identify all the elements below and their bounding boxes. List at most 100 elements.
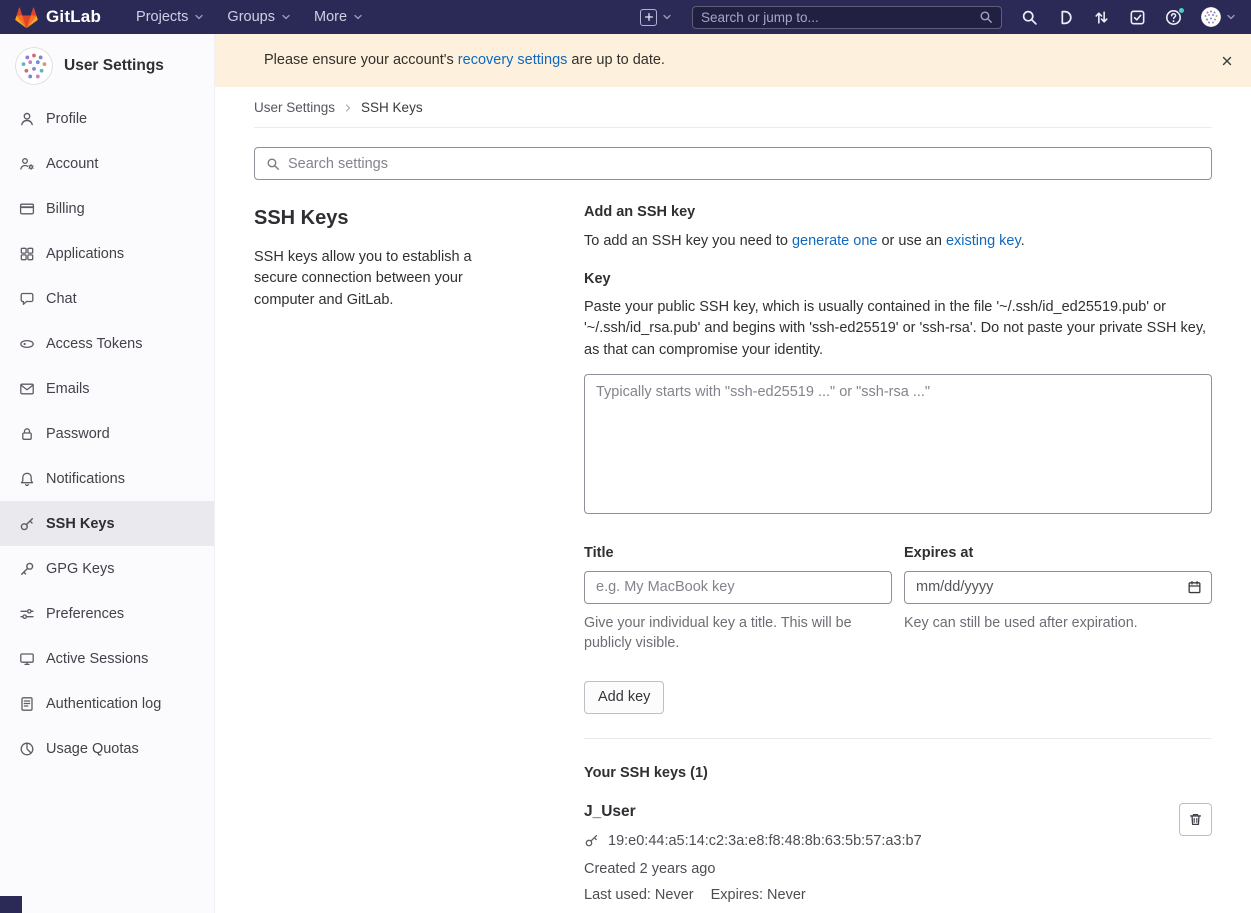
search-icon: [1021, 9, 1038, 26]
sidebar-item-access-tokens[interactable]: Access Tokens: [0, 321, 214, 366]
key-icon: [584, 833, 599, 848]
credit-card-icon: [19, 201, 35, 217]
issues-button[interactable]: [1057, 9, 1074, 26]
help-button[interactable]: [1165, 9, 1182, 26]
alert-banner: Please ensure your account's recovery se…: [215, 34, 1251, 87]
key-expires: Expires: Never: [711, 887, 806, 903]
generate-one-link[interactable]: generate one: [792, 233, 877, 249]
sidebar-item-applications[interactable]: Applications: [0, 231, 214, 276]
sidebar-item-billing[interactable]: Billing: [0, 186, 214, 231]
delete-key-button[interactable]: [1179, 803, 1212, 836]
sidebar-item-emails[interactable]: Emails: [0, 366, 214, 411]
chevron-down-icon: [193, 11, 205, 23]
sidebar-nav: Profile Account Billing Applications Cha…: [0, 96, 214, 771]
trash-icon: [1188, 812, 1203, 827]
nav-groups-menu[interactable]: Groups: [216, 0, 303, 34]
todos-button[interactable]: [1129, 9, 1146, 26]
merge-requests-icon: [1093, 9, 1110, 26]
issues-icon: [1057, 9, 1074, 26]
mail-icon: [19, 381, 35, 397]
sidebar-title: User Settings: [64, 57, 164, 75]
ssh-key-textarea[interactable]: [584, 374, 1212, 514]
sidebar-item-label: Billing: [46, 201, 85, 217]
sidebar-item-label: Active Sessions: [46, 651, 148, 667]
global-search-input[interactable]: [701, 10, 973, 25]
recovery-settings-link[interactable]: recovery settings: [458, 52, 568, 68]
sidebar-item-preferences[interactable]: Preferences: [0, 591, 214, 636]
chevron-down-icon: [280, 11, 292, 23]
bell-icon: [19, 471, 35, 487]
nav-projects-menu[interactable]: Projects: [125, 0, 216, 34]
sidebar-item-label: Authentication log: [46, 696, 161, 712]
user-avatar: [1201, 7, 1221, 27]
page-description: SSH keys allow you to establish a secure…: [254, 247, 504, 311]
user-avatar: [15, 47, 53, 85]
sidebar-item-profile[interactable]: Profile: [0, 96, 214, 141]
ssh-key-item: J_User 19:e0:44:a5:14:c2:3a:e8:f8:48:8b:…: [584, 803, 1212, 903]
sidebar-item-label: GPG Keys: [46, 561, 115, 577]
breadcrumb-user-settings[interactable]: User Settings: [254, 100, 335, 115]
sidebar-item-active-sessions[interactable]: Active Sessions: [0, 636, 214, 681]
new-menu-button[interactable]: [640, 9, 673, 26]
divider: [584, 738, 1212, 739]
form-section-title: Add an SSH key: [584, 204, 1212, 220]
key-title-input[interactable]: [584, 571, 892, 604]
intro-text-end: .: [1021, 233, 1025, 249]
sidebar-item-account[interactable]: Account: [0, 141, 214, 186]
page-title: SSH Keys: [254, 207, 504, 230]
sidebar-item-gpg-keys[interactable]: GPG Keys: [0, 546, 214, 591]
breadcrumb: User Settings SSH Keys: [254, 87, 1212, 128]
chevron-down-icon: [1225, 11, 1237, 23]
sidebar-item-chat[interactable]: Chat: [0, 276, 214, 321]
search-button[interactable]: [1021, 9, 1038, 26]
date-placeholder: mm/dd/yyyy: [916, 579, 1187, 595]
nav-projects-label: Projects: [136, 9, 188, 25]
top-navbar: GitLab Projects Groups More: [0, 0, 1251, 34]
chevron-right-icon: [342, 102, 354, 114]
expires-at-input[interactable]: mm/dd/yyyy: [904, 571, 1212, 604]
sidebar-item-label: Account: [46, 156, 98, 172]
tanuki-icon: [14, 5, 39, 29]
sidebar-item-label: Password: [46, 426, 110, 442]
key-icon: [19, 516, 35, 532]
gitlab-logo[interactable]: GitLab: [14, 5, 101, 29]
sidebar-item-label: Chat: [46, 291, 77, 307]
primary-nav: Projects Groups More: [125, 0, 375, 34]
sidebar-item-usage-quotas[interactable]: Usage Quotas: [0, 726, 214, 771]
sidebar-item-password[interactable]: Password: [0, 411, 214, 456]
title-help-text: Give your individual key a title. This w…: [584, 613, 892, 654]
sidebar-item-authentication-log[interactable]: Authentication log: [0, 681, 214, 726]
calendar-icon: [1187, 580, 1202, 595]
form-intro: To add an SSH key you need to generate o…: [584, 233, 1212, 249]
todos-icon: [1129, 9, 1146, 26]
settings-search: [254, 147, 1212, 180]
alert-text: Please ensure your account's: [264, 52, 458, 68]
sidebar-item-ssh-keys[interactable]: SSH Keys: [0, 501, 214, 546]
sidebar-item-label: Applications: [46, 246, 124, 262]
key-fingerprint: 19:e0:44:a5:14:c2:3a:e8:f8:48:8b:63:5b:5…: [608, 833, 922, 849]
comment-icon: [19, 291, 35, 307]
sidebar-item-label: Access Tokens: [46, 336, 142, 352]
section-intro: SSH Keys SSH keys allow you to establish…: [254, 204, 504, 913]
existing-key-link[interactable]: existing key: [946, 233, 1021, 249]
navbar-right: [640, 6, 1237, 29]
nav-more-menu[interactable]: More: [303, 0, 375, 34]
brand-text: GitLab: [46, 7, 101, 27]
sidebar-item-label: Emails: [46, 381, 90, 397]
settings-search-input[interactable]: [288, 156, 1200, 172]
settings-sidebar: User Settings Profile Account Billing Ap…: [0, 34, 215, 913]
merge-requests-button[interactable]: [1093, 9, 1110, 26]
global-search[interactable]: [692, 6, 1002, 29]
sidebar-item-label: SSH Keys: [46, 516, 115, 532]
intro-text: To add an SSH key you need to: [584, 233, 792, 249]
chevron-down-icon: [352, 11, 364, 23]
quota-icon: [19, 741, 35, 757]
sidebar-item-notifications[interactable]: Notifications: [0, 456, 214, 501]
user-menu[interactable]: [1201, 7, 1237, 27]
notification-dot: [1178, 7, 1185, 14]
sidebar-item-label: Profile: [46, 111, 87, 127]
monitor-icon: [19, 651, 35, 667]
add-key-button[interactable]: Add key: [584, 681, 664, 714]
title-label: Title: [584, 545, 892, 561]
alert-close-button[interactable]: [1216, 50, 1238, 72]
